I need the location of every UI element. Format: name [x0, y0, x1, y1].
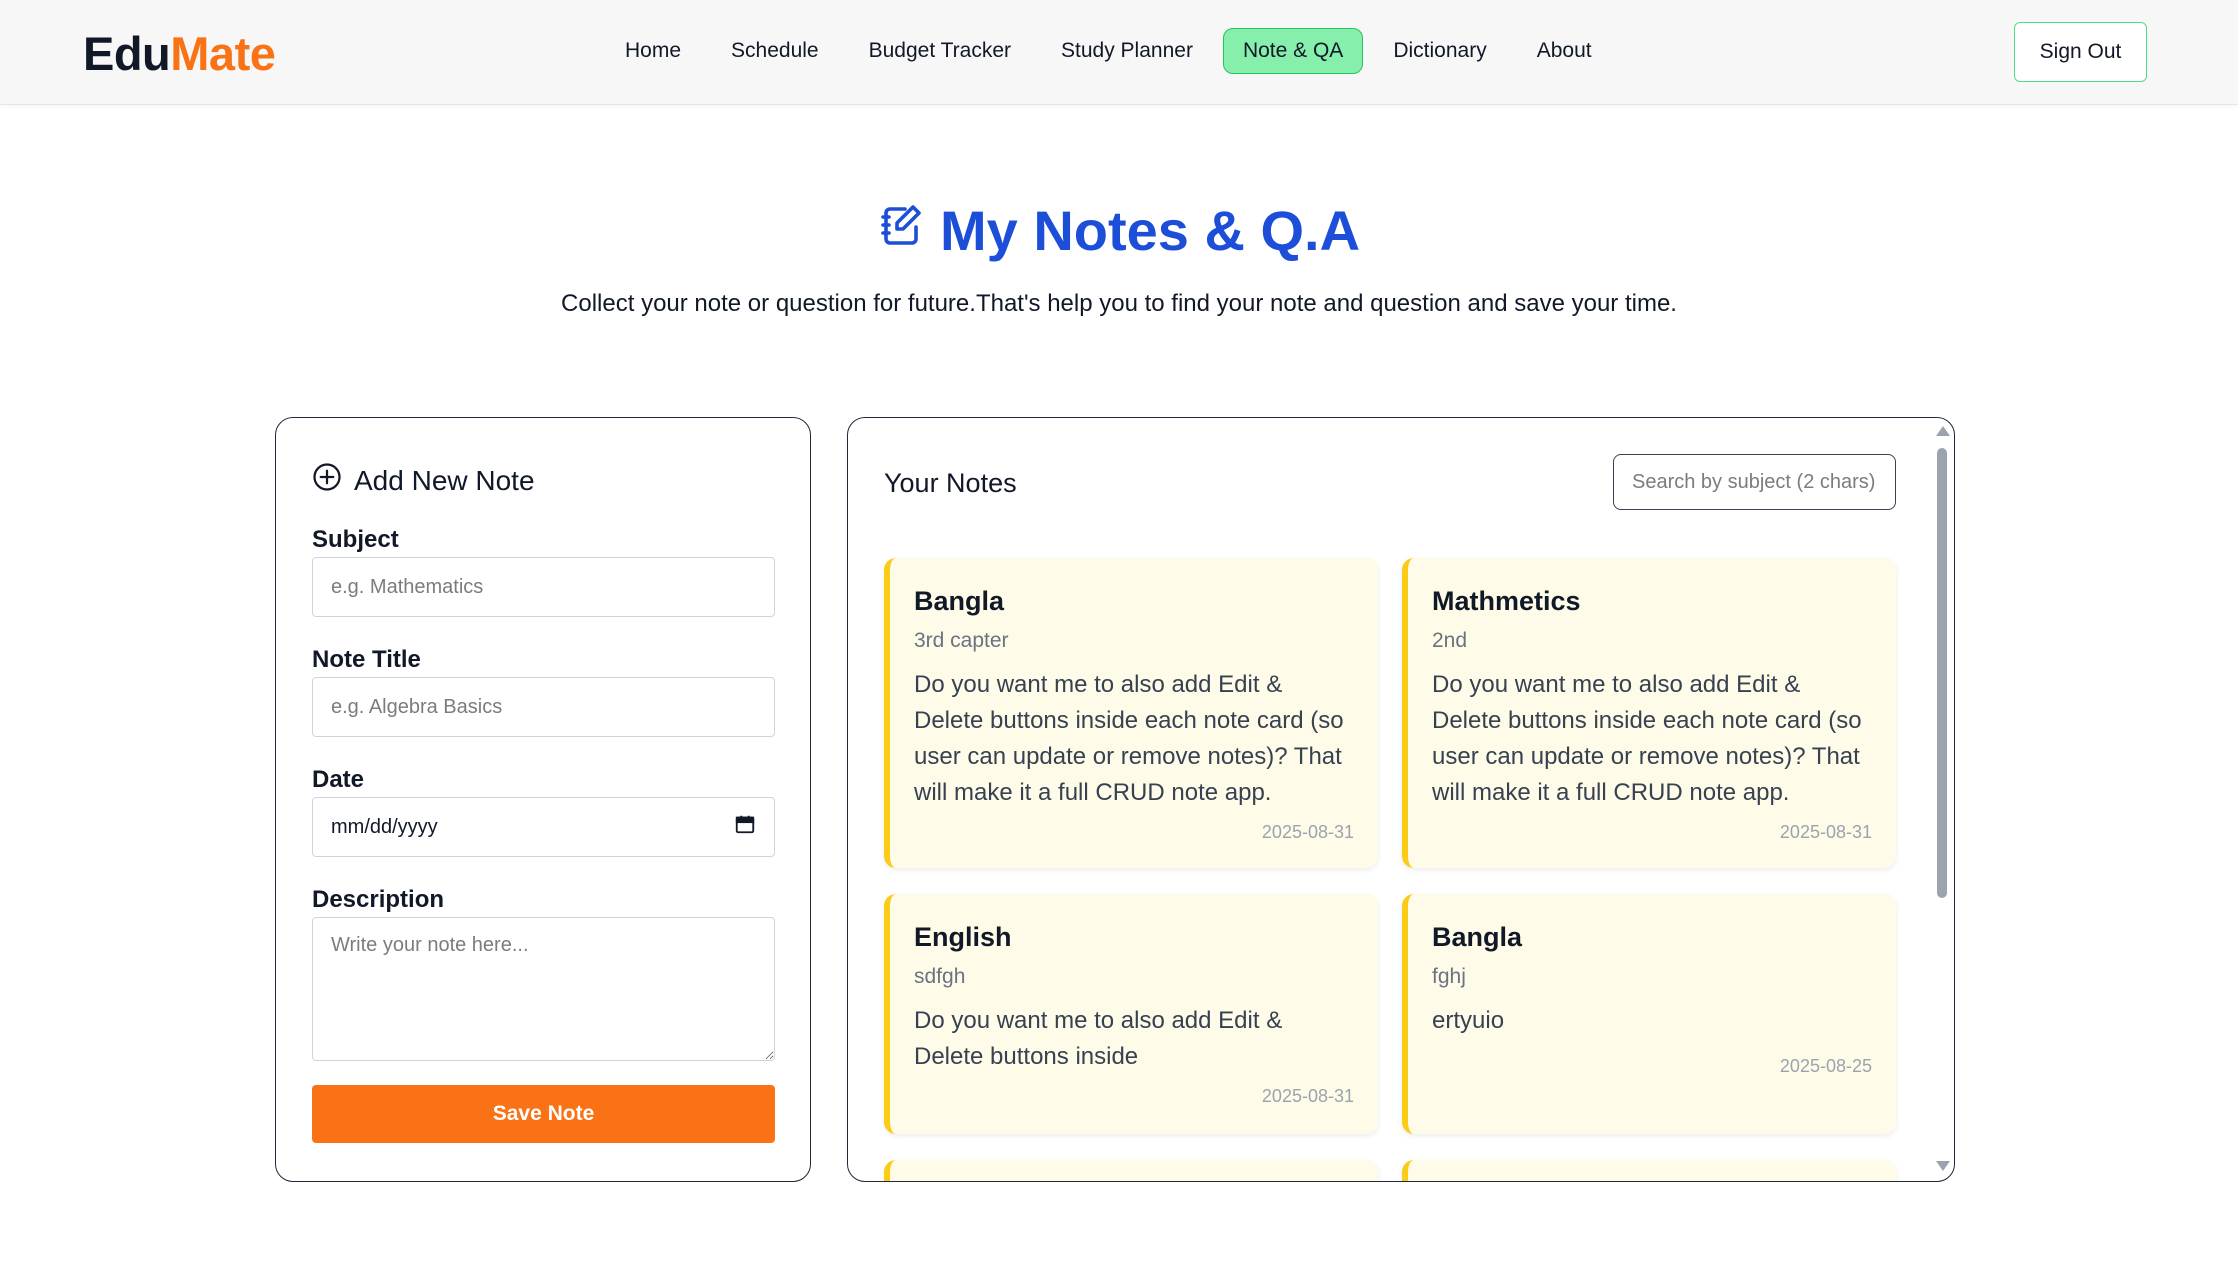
note-title: sdfgh — [914, 965, 966, 988]
plus-circle-icon — [312, 462, 342, 499]
subject-label: Subject — [312, 526, 399, 553]
description-textarea[interactable] — [312, 917, 775, 1061]
note-date: 2025-08-31 — [1261, 1086, 1354, 1106]
note-card[interactable]: Bangla 3rd capter Do you want me to also… — [884, 558, 1378, 868]
add-note-heading-text: Add New Note — [354, 464, 535, 496]
note-title-label: Note Title — [312, 646, 421, 673]
note-subject: Bangla — [1432, 922, 1523, 952]
note-date: 2025-08-31 — [1261, 822, 1354, 842]
save-note-button[interactable]: Save Note — [312, 1085, 775, 1143]
note-card[interactable]: English sdfgh Do you want me to also add… — [884, 894, 1378, 1134]
note-card[interactable]: Mathmetics 2nd Do you want me to also ad… — [1402, 558, 1896, 868]
note-card-partial[interactable] — [1402, 1160, 1896, 1181]
brand-logo[interactable]: EduMate — [83, 26, 276, 81]
note-subject: Bangla — [914, 586, 1005, 616]
note-title: 2nd — [1432, 629, 1468, 652]
page-title-text: My Notes & Q.A — [939, 199, 1361, 262]
scroll-down-arrow-icon[interactable] — [1936, 1161, 1950, 1171]
nav-item-budget-tracker[interactable]: Budget Tracker — [849, 28, 1031, 74]
note-description: Do you want me to also add Edit & Delete… — [1432, 671, 1862, 806]
notes-panel: Your Notes Bangla 3rd capter Do you want… — [847, 417, 1955, 1182]
note-date: 2025-08-25 — [1779, 1056, 1872, 1076]
note-card-partial[interactable] — [884, 1160, 1378, 1181]
nav-links: Home Schedule Budget Tracker Study Plann… — [605, 28, 1622, 74]
note-description: Do you want me to also add Edit & Delete… — [914, 671, 1344, 806]
brand-logo-part1: Edu — [83, 27, 171, 80]
nav-item-study-planner[interactable]: Study Planner — [1041, 28, 1213, 74]
page-subtitle: Collect your note or question for future… — [561, 290, 1677, 317]
calendar-icon[interactable] — [734, 813, 756, 841]
nav-item-schedule[interactable]: Schedule — [711, 28, 839, 74]
page-title: My Notes & Q.A — [0, 198, 2238, 263]
nav-item-note-qa[interactable]: Note & QA — [1222, 28, 1364, 74]
note-description: Do you want me to also add Edit & Delete… — [914, 1007, 1283, 1070]
description-label: Description — [312, 886, 445, 913]
add-note-heading: Add New Note — [312, 462, 535, 499]
note-title: fghj — [1432, 965, 1466, 988]
sign-out-button[interactable]: Sign Out — [2014, 22, 2147, 82]
scrollbar-thumb[interactable] — [1937, 448, 1947, 898]
subject-input[interactable] — [312, 557, 775, 617]
note-subject: Mathmetics — [1432, 586, 1581, 616]
search-input[interactable] — [1613, 454, 1896, 510]
notes-scrollbar[interactable] — [1934, 426, 1950, 1171]
brand-logo-part2: Mate — [170, 27, 276, 80]
note-edit-icon — [878, 198, 926, 263]
note-title: 3rd capter — [914, 629, 1009, 652]
add-note-panel: Add New Note Subject Note Title Date mm/… — [275, 417, 811, 1182]
nav-item-about[interactable]: About — [1517, 28, 1612, 74]
scroll-up-arrow-icon[interactable] — [1936, 426, 1950, 436]
nav-item-home[interactable]: Home — [605, 28, 701, 74]
nav-item-dictionary[interactable]: Dictionary — [1373, 28, 1506, 74]
date-input[interactable]: mm/dd/yyyy — [312, 797, 775, 857]
note-subject: English — [914, 922, 1012, 952]
date-label: Date — [312, 766, 365, 793]
your-notes-heading: Your Notes — [884, 468, 1017, 498]
date-input-placeholder: mm/dd/yyyy — [331, 815, 438, 838]
note-card[interactable]: Bangla fghj ertyuio 2025-08-25 — [1402, 894, 1896, 1134]
note-date: 2025-08-31 — [1779, 822, 1872, 842]
navbar: EduMate Home Schedule Budget Tracker Stu… — [0, 0, 2238, 105]
note-description: ertyuio — [1432, 1007, 1505, 1034]
note-title-input[interactable] — [312, 677, 775, 737]
